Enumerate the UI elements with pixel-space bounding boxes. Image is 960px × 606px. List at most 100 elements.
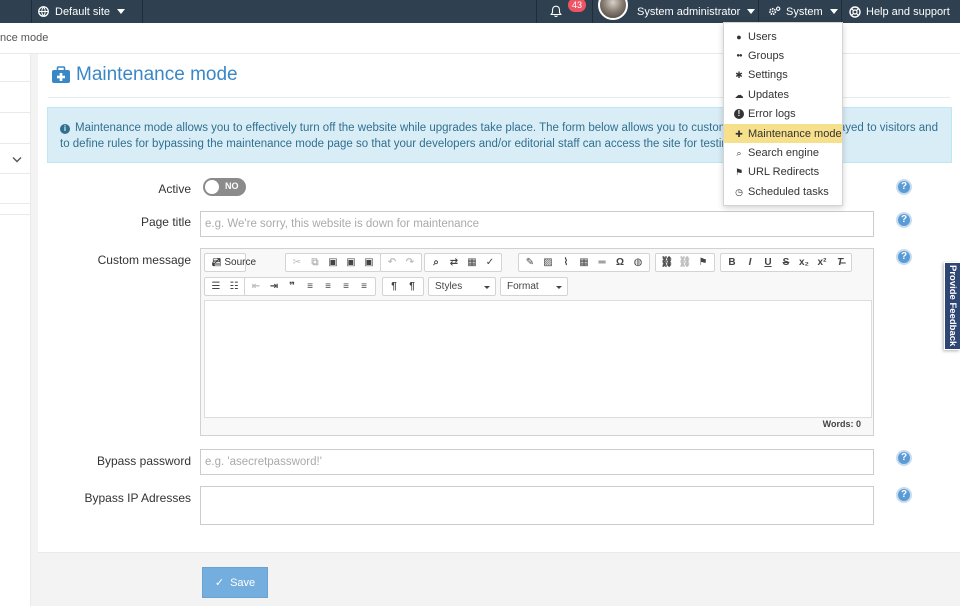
source-button[interactable]: ▤ Source [212,254,256,271]
page-title-input[interactable]: e.g. We're sorry, this website is down f… [200,211,874,237]
exclamation-circle-icon: ! [734,109,744,120]
page-title-text: Maintenance mode [76,64,238,85]
align-right-icon[interactable]: ≡ [337,278,355,295]
italic-icon[interactable]: I [741,254,759,271]
menu-item-label: Search engine [748,147,819,160]
chevron-down-icon [484,286,490,289]
menu-item-label: Scheduled tasks [748,185,829,198]
sidebar-item[interactable] [0,113,31,144]
anchor-flag-icon[interactable]: ⚑ [694,254,712,271]
chevron-down-icon [747,9,756,14]
avatar[interactable] [598,0,628,20]
paste-word-icon[interactable]: ▣ [360,254,378,271]
superscript-icon[interactable]: x² [813,254,831,271]
copy-icon[interactable]: ⧉ [306,254,324,271]
navbar-divider [142,0,143,23]
find-icon[interactable]: ⌕ [427,254,445,271]
help-icon[interactable]: ? [896,450,912,466]
link-icon[interactable]: ⛓ [658,254,676,271]
menu-item-scheduled-tasks[interactable]: ◷ Scheduled tasks [724,182,842,201]
align-center-icon[interactable]: ≡ [319,278,337,295]
cut-icon[interactable]: ✂ [288,254,306,271]
help-icon[interactable]: ? [896,179,912,195]
system-dropdown-menu: ● Users ●● Groups ✱ Settings ☁ Updates! Error lo… [723,22,843,206]
redo-icon[interactable]: ↷ [401,254,419,271]
menu-item-error-logs[interactable]: ! Error logs [724,105,842,124]
menu-item-groups[interactable]: ●● Groups [724,46,842,65]
form-footer: ✓ Save [38,552,960,606]
rich-text-editor: ⤢ ▤ Source ✂ ⧉ ▣ ▣ ▣ ↶ ↷ ⌕ ⇄ ▦ ✓ ✎ ▨ ⌇ ▦ … [200,248,874,436]
attachment-icon[interactable]: ⌇ [557,254,575,271]
image-icon[interactable]: ▨ [539,254,557,271]
bold-icon[interactable]: B [723,254,741,271]
strikethrough-icon[interactable]: S [777,254,795,271]
save-button[interactable]: ✓ Save [202,567,268,598]
text-direction-ltr-icon[interactable]: ¶ [385,278,403,295]
sidebar-item-expandable[interactable] [0,144,31,174]
horizontal-rule-icon[interactable]: ═ [593,254,611,271]
help-button[interactable]: Help and support [849,0,950,23]
menu-item-search-engine[interactable]: ⌕ Search engine [724,143,842,162]
help-icon[interactable]: ? [896,212,912,228]
styles-label: Styles [435,281,463,292]
bypass-password-input[interactable]: e.g. 'asecretpassword!' [200,449,874,475]
cogs-icon: ✱ [735,70,743,81]
sidebar-item[interactable] [0,82,31,113]
outdent-icon[interactable]: ⇤ [247,278,265,295]
bypass-ip-textarea[interactable] [200,486,874,525]
sidebar-item [0,204,31,215]
undo-icon[interactable]: ↶ [383,254,401,271]
menu-item-label: Updates [748,88,789,101]
globe-icon[interactable]: ◍ [629,254,647,271]
magic-icon[interactable]: ✎ [521,254,539,271]
help-icon[interactable]: ? [896,487,912,503]
sidebar-item[interactable] [0,54,31,82]
sidebar-item[interactable] [0,174,31,204]
remove-format-icon[interactable]: T̶ [831,254,849,271]
indent-icon[interactable]: ⇥ [265,278,283,295]
notifications-button[interactable] [550,0,562,23]
site-selector[interactable]: Default site [38,0,126,23]
menu-item-url-redirects[interactable]: ⚑ URL Redirects [724,163,842,182]
info-circle-icon: i [60,124,70,134]
menu-item-updates[interactable]: ☁ Updates [724,85,842,104]
life-ring-icon [849,5,861,18]
editor-content-area[interactable] [204,300,872,418]
chevron-down-icon [556,286,562,289]
provide-feedback-tab[interactable]: Provide Feedback [944,262,960,350]
navbar-divider [592,0,593,23]
paste-text-icon[interactable]: ▣ [342,254,360,271]
menu-item-users[interactable]: ● Users [724,27,842,46]
format-dropdown[interactable]: Format [500,277,568,296]
text-direction-rtl-icon[interactable]: ¶ [403,278,421,295]
unlink-icon[interactable]: ⛓ [676,254,694,271]
paste-icon[interactable]: ▣ [324,254,342,271]
menu-item-settings[interactable]: ✱ Settings [724,66,842,85]
numbered-list-icon[interactable]: ☰ [207,278,225,295]
blockquote-icon[interactable]: ❞ [283,278,301,295]
active-toggle[interactable]: NO [203,178,246,196]
system-menu-button[interactable]: System [768,0,838,23]
underline-icon[interactable]: U [759,254,777,271]
user-menu[interactable]: System administrator [637,0,756,23]
align-justify-icon[interactable]: ≡ [355,278,373,295]
search-icon: ⌕ [736,148,742,159]
select-all-icon[interactable]: ▦ [463,254,481,271]
help-icon[interactable]: ? [896,249,912,265]
chevron-down-icon [117,9,126,14]
editor-toolbar-group: ✎ ▨ ⌇ ▦ ═ Ω ◍ [518,253,650,272]
table-icon[interactable]: ▦ [575,254,593,271]
spellcheck-icon[interactable]: ✓ [481,254,499,271]
align-left-icon[interactable]: ≡ [301,278,319,295]
document-icon: ▤ [211,257,222,268]
navbar-divider [758,0,759,23]
active-label: Active [158,182,191,196]
menu-item-maintenance-mode[interactable]: ✚ Maintenance mode [724,123,842,144]
site-selector-label: Default site [55,5,111,18]
omega-icon[interactable]: Ω [611,254,629,271]
bell-icon [550,5,562,18]
replace-icon[interactable]: ⇄ [445,254,463,271]
bulleted-list-icon[interactable]: ☷ [225,278,243,295]
subscript-icon[interactable]: x₂ [795,254,813,271]
styles-dropdown[interactable]: Styles [428,277,496,296]
